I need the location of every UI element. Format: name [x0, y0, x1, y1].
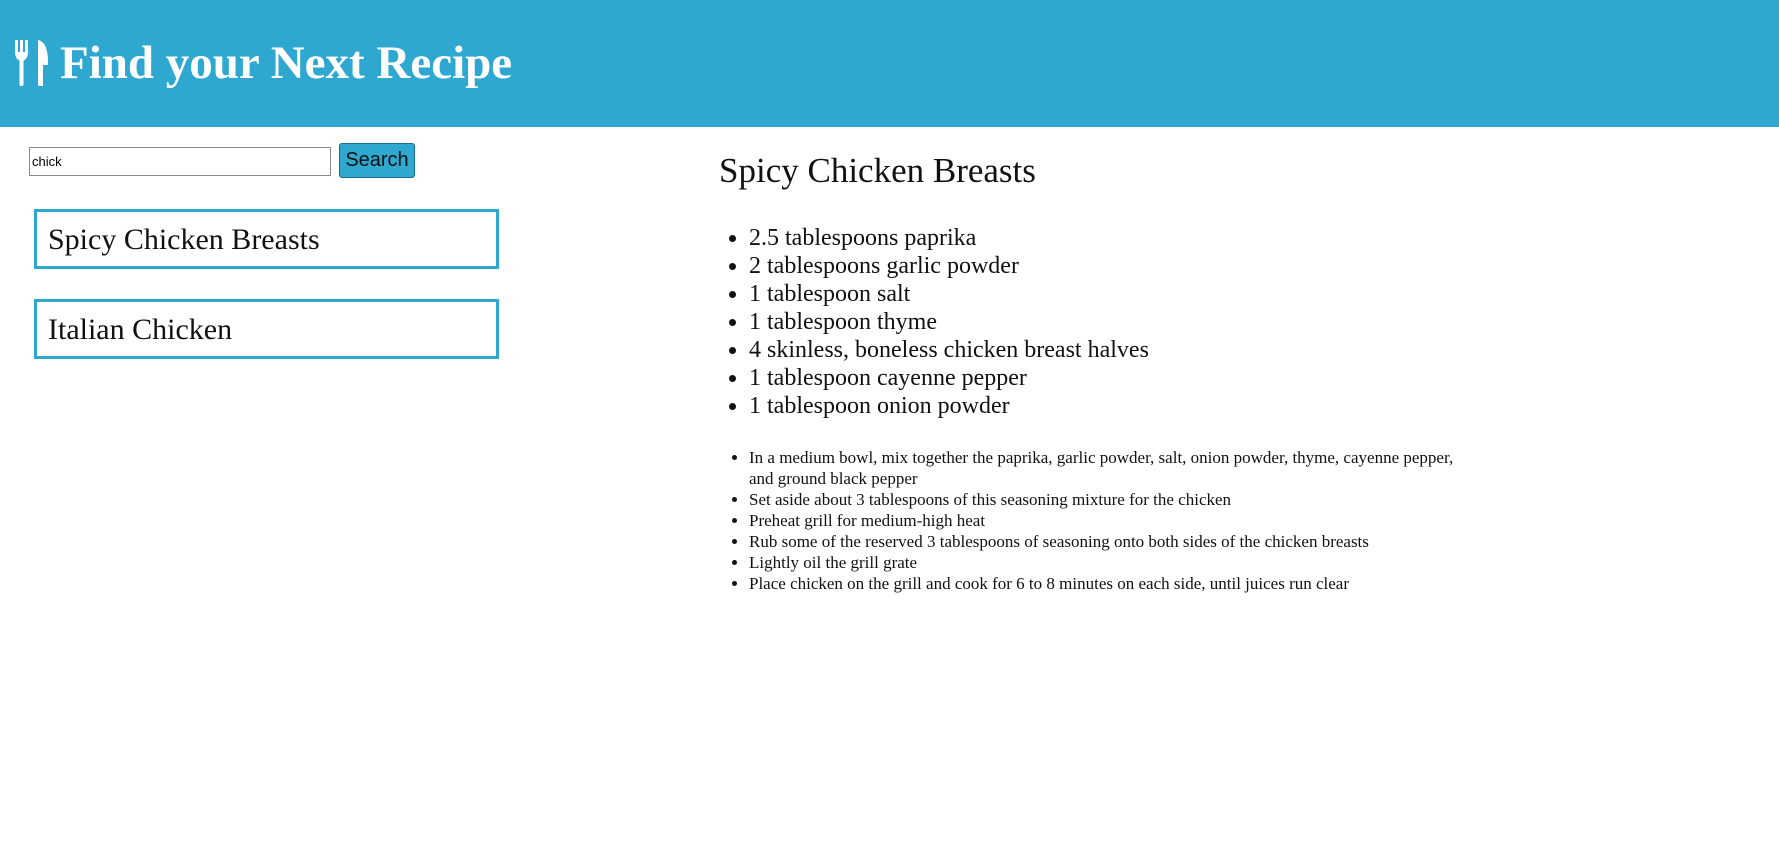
- ingredient-item: 4 skinless, boneless chicken breast halv…: [749, 336, 1449, 364]
- result-card-title: Italian Chicken: [48, 313, 233, 346]
- ingredient-item: 1 tablespoon salt: [749, 280, 1449, 308]
- result-card-spicy-chicken-breasts[interactable]: Spicy Chicken Breasts: [34, 209, 499, 269]
- search-button[interactable]: Search: [339, 143, 415, 178]
- ingredient-list: 2.5 tablespoons paprika 2 tablespoons ga…: [719, 224, 1449, 420]
- ingredient-item: 1 tablespoon thyme: [749, 308, 1449, 336]
- ingredient-item: 2.5 tablespoons paprika: [749, 224, 1449, 252]
- ingredient-item: 2 tablespoons garlic powder: [749, 252, 1449, 280]
- search-input[interactable]: [29, 147, 331, 176]
- instruction-item: Place chicken on the grill and cook for …: [749, 573, 1479, 594]
- instruction-item: In a medium bowl, mix together the papri…: [749, 447, 1479, 489]
- app-header: Find your Next Recipe: [0, 0, 1779, 127]
- header-brand: Find your Next Recipe: [14, 38, 512, 88]
- recipe-detail: Spicy Chicken Breasts 2.5 tablespoons pa…: [719, 150, 1479, 593]
- recipe-title: Spicy Chicken Breasts: [719, 151, 1036, 190]
- instruction-list: In a medium bowl, mix together the papri…: [719, 447, 1479, 594]
- result-card-title: Spicy Chicken Breasts: [48, 223, 320, 256]
- utensils-icon: [15, 40, 48, 86]
- instruction-item: Rub some of the reserved 3 tablespoons o…: [749, 531, 1479, 552]
- ingredient-item: 1 tablespoon cayenne pepper: [749, 364, 1449, 392]
- instruction-item: Preheat grill for medium-high heat: [749, 510, 1479, 531]
- instruction-item: Lightly oil the grill grate: [749, 552, 1479, 573]
- instruction-item: Set aside about 3 tablespoons of this se…: [749, 489, 1479, 510]
- result-card-italian-chicken[interactable]: Italian Chicken: [34, 299, 499, 359]
- app-title: Find your Next Recipe: [60, 37, 513, 89]
- ingredient-item: 1 tablespoon onion powder: [749, 392, 1449, 420]
